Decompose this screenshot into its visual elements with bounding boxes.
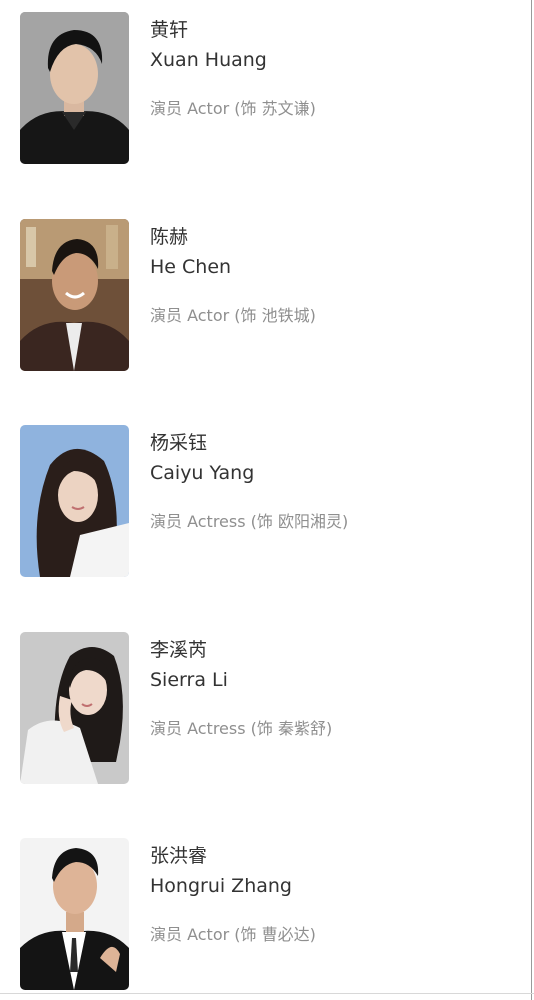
cast-item[interactable]: 李溪芮 Sierra Li 演员 Actress (饰 秦紫舒) bbox=[20, 632, 520, 784]
actress-portrait-icon bbox=[20, 632, 129, 784]
name-english: Xuan Huang bbox=[150, 49, 267, 71]
role-label: 演员 Actor (饰 苏文谦) bbox=[150, 99, 316, 118]
name-english: Caiyu Yang bbox=[150, 462, 255, 484]
role-label: 演员 Actor (饰 池铁城) bbox=[150, 306, 316, 325]
name-chinese: 黄轩 bbox=[150, 19, 189, 41]
actor-photo[interactable] bbox=[20, 838, 129, 990]
actor-photo[interactable] bbox=[20, 219, 129, 371]
bottom-divider bbox=[0, 993, 534, 994]
cast-item[interactable]: 陈赫 He Chen 演员 Actor (饰 池铁城) bbox=[20, 219, 520, 371]
cast-item[interactable]: 张洪睿 Hongrui Zhang 演员 Actor (饰 曹必达) bbox=[20, 838, 520, 990]
role-label: 演员 Actor (饰 曹必达) bbox=[150, 925, 316, 944]
name-english: Hongrui Zhang bbox=[150, 875, 292, 897]
actress-portrait-icon bbox=[20, 425, 129, 577]
actor-photo[interactable] bbox=[20, 12, 129, 164]
name-english: Sierra Li bbox=[150, 669, 228, 691]
actor-portrait-icon bbox=[20, 838, 129, 990]
name-english: He Chen bbox=[150, 256, 232, 278]
role-label: 演员 Actress (饰 欧阳湘灵) bbox=[150, 512, 349, 531]
role-label: 演员 Actress (饰 秦紫舒) bbox=[150, 719, 333, 738]
actress-photo[interactable] bbox=[20, 632, 129, 784]
actor-portrait-icon bbox=[20, 12, 129, 164]
name-chinese: 张洪睿 bbox=[150, 845, 208, 867]
cast-item[interactable]: 黄轩 Xuan Huang 演员 Actor (饰 苏文谦) bbox=[20, 12, 520, 164]
cast-item[interactable]: 杨采钰 Caiyu Yang 演员 Actress (饰 欧阳湘灵) bbox=[20, 425, 520, 577]
name-chinese: 杨采钰 bbox=[150, 432, 208, 454]
name-chinese: 李溪芮 bbox=[150, 639, 208, 661]
actress-photo[interactable] bbox=[20, 425, 129, 577]
scroll-edge-divider bbox=[531, 0, 532, 1000]
name-chinese: 陈赫 bbox=[150, 226, 189, 248]
actor-portrait-icon bbox=[20, 219, 129, 371]
